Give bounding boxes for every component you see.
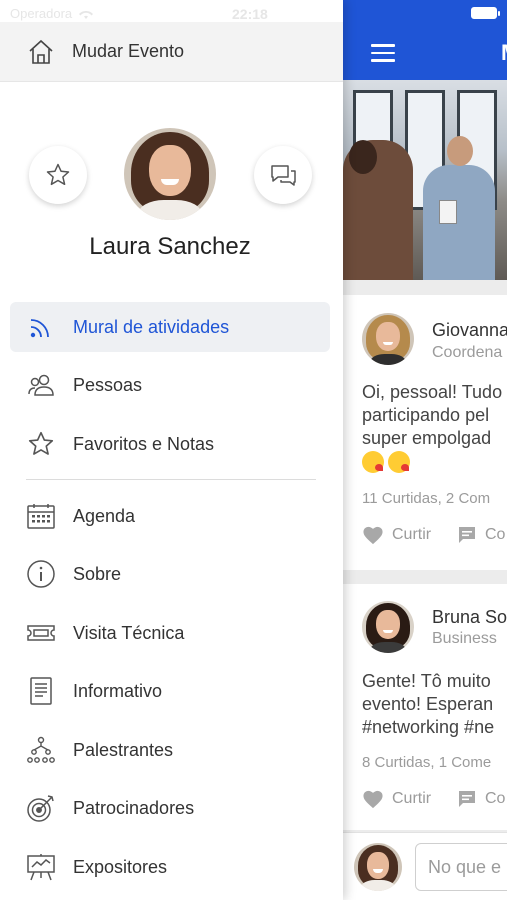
side-drawer: Operadora 22:18 Mudar Evento Laura Sanch… [0, 0, 343, 900]
calendar-icon [24, 499, 58, 533]
menu-item-about[interactable]: Sobre [10, 549, 330, 599]
menu-item-agenda[interactable]: Agenda [10, 491, 330, 541]
menu-item-people[interactable]: Pessoas [10, 360, 330, 410]
post-text: Gente! Tô muito evento! Esperan #network… [362, 671, 495, 737]
home-icon [29, 39, 53, 64]
change-event-button[interactable]: Mudar Evento [0, 22, 343, 82]
menu-divider [26, 479, 316, 480]
menu-item-activity-wall[interactable]: Mural de atividades [10, 302, 330, 352]
menu-item-label: Agenda [73, 505, 136, 526]
like-button[interactable]: Curtir [362, 789, 431, 809]
user-avatar[interactable] [124, 128, 216, 220]
post-stats[interactable]: 8 Curtidas, 1 Come [362, 754, 491, 771]
feed-post: Bruna So Business Gente! Tô muito evento… [343, 584, 507, 830]
feed-post: Giovanna Coordena Oi, pessoal! Tudo part… [343, 295, 507, 570]
event-cover-image [343, 80, 507, 280]
comment-icon [459, 791, 475, 807]
composer-input[interactable]: No que e [415, 843, 507, 891]
info-icon [24, 557, 58, 591]
feed-top-bar: M [343, 0, 507, 80]
user-name: Laura Sanchez [89, 233, 251, 260]
heart-icon [363, 790, 383, 809]
menu-item-label: Patrocinadores [73, 797, 195, 818]
menu-item-label: Expositores [73, 856, 168, 877]
post-author-role: Coordena [432, 344, 503, 361]
document-icon [24, 674, 58, 708]
post-author-avatar[interactable] [362, 313, 414, 365]
menu-item-label: Favoritos e Notas [73, 433, 215, 454]
comment-button[interactable]: Co [457, 525, 505, 545]
post-author-role: Business [432, 630, 497, 647]
status-time: 22:18 [232, 6, 268, 22]
kiss-emoji-icon [388, 451, 410, 474]
chat-shortcut-button[interactable] [254, 146, 312, 204]
feed-title: M [501, 40, 507, 66]
post-stats[interactable]: 11 Curtidas, 2 Com [362, 490, 490, 507]
ticket-icon [24, 616, 58, 650]
menu-item-label: Palestrantes [73, 739, 174, 760]
favorites-shortcut-button[interactable] [29, 146, 87, 204]
menu-item-label: Mural de atividades [73, 316, 230, 337]
star-icon [24, 427, 58, 461]
menu-item-label: Visita Técnica [73, 622, 185, 643]
post-author-name[interactable]: Bruna So [432, 607, 507, 628]
target-icon [24, 791, 58, 825]
change-event-label: Mudar Evento [72, 41, 185, 61]
post-author-avatar[interactable] [362, 601, 414, 653]
like-button[interactable]: Curtir [362, 525, 431, 545]
menu-item-exhibitors[interactable]: Expositores [10, 842, 330, 892]
comment-button[interactable]: Co [457, 789, 505, 809]
people-icon [24, 368, 58, 402]
menu-item-speakers[interactable]: Palestrantes [10, 725, 330, 775]
easel-icon [24, 850, 58, 884]
hamburger-menu-icon[interactable] [371, 44, 395, 62]
star-icon [46, 163, 70, 186]
post-text: Oi, pessoal! Tudo participando pel super… [362, 381, 507, 474]
rss-icon [24, 310, 58, 344]
status-bar: Operadora [10, 6, 94, 21]
chat-bubbles-icon [271, 165, 296, 186]
menu-item-newsletter[interactable]: Informativo [10, 666, 330, 716]
comment-icon [459, 527, 475, 543]
menu-item-sponsors[interactable]: Patrocinadores [10, 783, 330, 833]
menu-item-technical-visit[interactable]: Visita Técnica [10, 608, 330, 658]
activity-feed-panel: M Giovanna Coordena Oi, pessoal! Tudo pa… [343, 0, 507, 900]
post-author-name[interactable]: Giovanna [432, 320, 507, 341]
menu-item-label: Pessoas [73, 374, 143, 395]
kiss-emoji-icon [362, 451, 384, 474]
carrier-label: Operadora [10, 6, 73, 21]
post-composer: No que e [343, 832, 507, 900]
composer-avatar [354, 843, 402, 891]
menu-item-label: Informativo [73, 680, 163, 701]
wifi-icon [79, 10, 94, 19]
menu-item-label: Sobre [73, 563, 122, 584]
battery-icon [471, 7, 500, 19]
speakers-icon [24, 733, 58, 767]
heart-icon [363, 526, 383, 545]
menu-item-favorites[interactable]: Favoritos e Notas [10, 419, 330, 469]
